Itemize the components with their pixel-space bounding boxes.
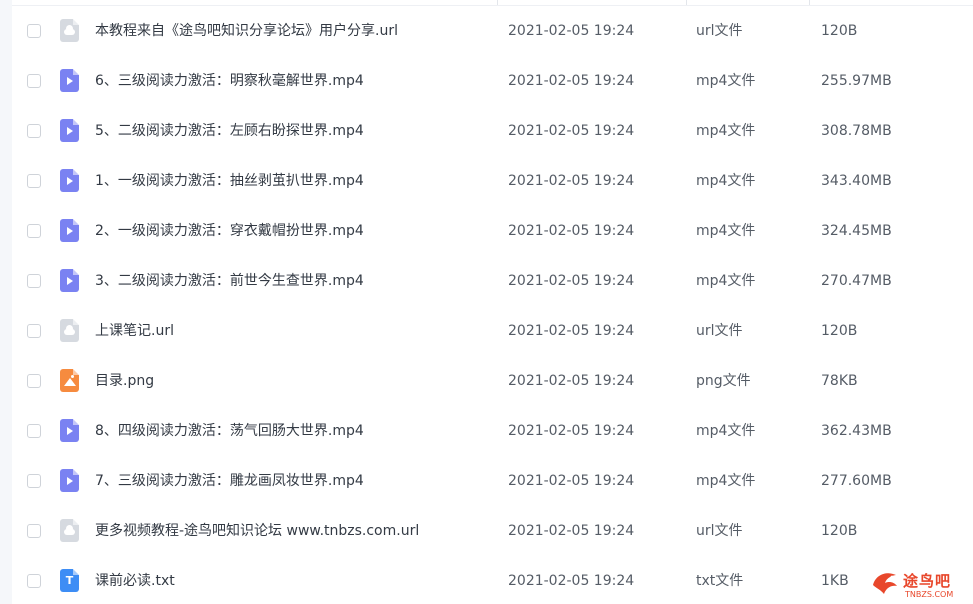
file-modified-date: 2021-02-05 19:24 <box>508 123 635 139</box>
file-type: mp4文件 <box>696 473 756 489</box>
file-type: png文件 <box>696 373 751 389</box>
file-name[interactable]: 课前必读.txt <box>95 570 175 592</box>
file-row[interactable]: 5、二级阅读力激活：左顾右盼探世界.mp4 2021-02-05 19:24 mp4… <box>12 106 973 156</box>
file-name[interactable]: 6、三级阅读力激活：明察秋毫解世界.mp4 <box>95 70 364 92</box>
file-type: mp4文件 <box>696 273 756 289</box>
file-name[interactable]: 3、二级阅读力激活：前世今生查世界.mp4 <box>95 270 364 292</box>
link-file-icon <box>60 319 79 342</box>
file-size: 1KB <box>821 573 849 589</box>
file-row[interactable]: 3、二级阅读力激活：前世今生查世界.mp4 2021-02-05 19:24 mp4… <box>12 256 973 306</box>
file-modified-date: 2021-02-05 19:24 <box>508 573 635 589</box>
sidebar-edge <box>0 0 12 604</box>
file-modified-date: 2021-02-05 19:24 <box>508 23 635 39</box>
file-size: 120B <box>821 23 858 39</box>
file-modified-date: 2021-02-05 19:24 <box>508 223 635 239</box>
file-modified-date: 2021-02-05 19:24 <box>508 473 635 489</box>
file-name[interactable]: 本教程来自《途鸟吧知识分享论坛》用户分享.url <box>95 20 398 42</box>
file-name[interactable]: 8、四级阅读力激活：荡气回肠大世界.mp4 <box>95 420 364 442</box>
link-file-icon <box>60 519 79 542</box>
file-row[interactable]: 7、三级阅读力激活：雕龙画凤妆世界.mp4 2021-02-05 19:24 mp4… <box>12 456 973 506</box>
watermark-title: 途鸟吧 <box>903 572 952 590</box>
file-row[interactable]: 本教程来自《途鸟吧知识分享论坛》用户分享.url 2021-02-05 19:24… <box>12 6 973 56</box>
file-type: mp4文件 <box>696 73 756 89</box>
text-file-icon: T <box>60 569 79 592</box>
file-name[interactable]: 2、一级阅读力激活：穿衣戴帽扮世界.mp4 <box>95 220 364 242</box>
file-size: 362.43MB <box>821 423 892 439</box>
row-checkbox[interactable] <box>27 124 41 138</box>
video-file-icon <box>60 219 79 242</box>
row-checkbox[interactable] <box>27 524 41 538</box>
row-checkbox[interactable] <box>27 74 41 88</box>
file-modified-date: 2021-02-05 19:24 <box>508 173 635 189</box>
file-type: mp4文件 <box>696 223 756 239</box>
file-size: 120B <box>821 323 858 339</box>
file-row[interactable]: 6、三级阅读力激活：明察秋毫解世界.mp4 2021-02-05 19:24 mp4… <box>12 56 973 106</box>
file-type: url文件 <box>696 23 743 39</box>
file-modified-date: 2021-02-05 19:24 <box>508 73 635 89</box>
image-file-icon <box>60 369 79 392</box>
file-modified-date: 2021-02-05 19:24 <box>508 373 635 389</box>
file-row[interactable]: T 课前必读.txt 2021-02-05 19:24 txt文件 1KB <box>12 556 973 604</box>
file-type: mp4文件 <box>696 173 756 189</box>
file-size: 324.45MB <box>821 223 892 239</box>
row-checkbox[interactable] <box>27 274 41 288</box>
video-file-icon <box>60 119 79 142</box>
file-name[interactable]: 目录.png <box>95 370 154 392</box>
file-name[interactable]: 7、三级阅读力激活：雕龙画凤妆世界.mp4 <box>95 470 364 492</box>
row-checkbox[interactable] <box>27 574 41 588</box>
file-type: mp4文件 <box>696 423 756 439</box>
file-modified-date: 2021-02-05 19:24 <box>508 423 635 439</box>
row-checkbox[interactable] <box>27 174 41 188</box>
file-name[interactable]: 1、一级阅读力激活：抽丝剥茧扒世界.mp4 <box>95 170 364 192</box>
video-file-icon <box>60 419 79 442</box>
file-modified-date: 2021-02-05 19:24 <box>508 323 635 339</box>
file-name[interactable]: 上课笔记.url <box>95 320 174 342</box>
bird-logo-icon <box>873 573 897 594</box>
file-name[interactable]: 更多视频教程-途鸟吧知识论坛 www.tnbzs.com.url <box>95 520 419 542</box>
file-size: 308.78MB <box>821 123 892 139</box>
file-type: mp4文件 <box>696 123 756 139</box>
row-checkbox[interactable] <box>27 324 41 338</box>
file-row[interactable]: 目录.png 2021-02-05 19:24 png文件 78KB <box>12 356 973 406</box>
site-watermark: 途鸟吧 TNBZS.COM <box>870 566 970 602</box>
file-type: url文件 <box>696 523 743 539</box>
file-list-page: 本教程来自《途鸟吧知识分享论坛》用户分享.url 2021-02-05 19:24… <box>0 0 973 604</box>
row-checkbox[interactable] <box>27 224 41 238</box>
file-size: 277.60MB <box>821 473 892 489</box>
file-row[interactable]: 更多视频教程-途鸟吧知识论坛 www.tnbzs.com.url 2021-02-… <box>12 506 973 556</box>
video-file-icon <box>60 469 79 492</box>
file-list: 本教程来自《途鸟吧知识分享论坛》用户分享.url 2021-02-05 19:24… <box>12 6 973 604</box>
row-checkbox[interactable] <box>27 24 41 38</box>
file-size: 343.40MB <box>821 173 892 189</box>
video-file-icon <box>60 169 79 192</box>
file-size: 78KB <box>821 373 858 389</box>
column-divider[interactable] <box>809 0 810 5</box>
file-size: 255.97MB <box>821 73 892 89</box>
file-type: url文件 <box>696 323 743 339</box>
link-file-icon <box>60 19 79 42</box>
file-row[interactable]: 2、一级阅读力激活：穿衣戴帽扮世界.mp4 2021-02-05 19:24 mp4… <box>12 206 973 256</box>
column-divider[interactable] <box>686 0 687 5</box>
file-size: 270.47MB <box>821 273 892 289</box>
file-modified-date: 2021-02-05 19:24 <box>508 523 635 539</box>
row-checkbox[interactable] <box>27 374 41 388</box>
file-name[interactable]: 5、二级阅读力激活：左顾右盼探世界.mp4 <box>95 120 364 142</box>
file-modified-date: 2021-02-05 19:24 <box>508 273 635 289</box>
file-row[interactable]: 8、四级阅读力激活：荡气回肠大世界.mp4 2021-02-05 19:24 mp4… <box>12 406 973 456</box>
file-type: txt文件 <box>696 573 744 589</box>
row-checkbox[interactable] <box>27 474 41 488</box>
text-file-glyph: T <box>65 574 74 587</box>
column-divider[interactable] <box>497 0 498 5</box>
video-file-icon <box>60 69 79 92</box>
file-size: 120B <box>821 523 858 539</box>
row-checkbox[interactable] <box>27 424 41 438</box>
file-row[interactable]: 1、一级阅读力激活：抽丝剥茧扒世界.mp4 2021-02-05 19:24 mp4… <box>12 156 973 206</box>
watermark-subtitle: TNBZS.COM <box>905 590 954 599</box>
video-file-icon <box>60 269 79 292</box>
file-row[interactable]: 上课笔记.url 2021-02-05 19:24 url文件 120B <box>12 306 973 356</box>
